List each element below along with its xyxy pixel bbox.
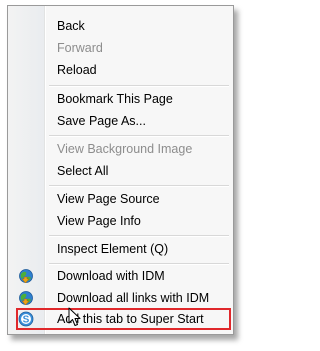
menu-item-label: Inspect Element (Q) (57, 242, 169, 256)
menu-separator (49, 85, 229, 87)
menu-item-back[interactable]: Back (8, 15, 233, 37)
menu-item-label: Save Page As... (57, 114, 146, 128)
menu-item-label: Reload (57, 63, 97, 77)
menu-item-label: View Page Info (57, 214, 141, 228)
menu-item-forward[interactable]: Forward (8, 37, 233, 59)
menu-item-label: View Background Image (57, 142, 193, 156)
menu-item-reload[interactable]: Reload (8, 59, 233, 81)
menu-item-add-to-super-start[interactable]: S Add this tab to Super Start (8, 308, 233, 330)
menu-item-label: Back (57, 19, 85, 33)
menu-item-label: Bookmark This Page (57, 92, 173, 106)
menu-item-view-page-info[interactable]: View Page Info (8, 210, 233, 232)
menu-item-inspect-element[interactable]: Inspect Element (Q) (8, 238, 233, 260)
menu-separator (49, 135, 229, 137)
menu-item-label: Download all links with IDM (57, 291, 210, 305)
menu-item-label: Download with IDM (57, 269, 165, 283)
menu-item-save-page-as[interactable]: Save Page As... (8, 110, 233, 132)
menu-item-download-with-idm[interactable]: Download with IDM (8, 265, 233, 287)
menu-item-label: View Page Source (57, 192, 160, 206)
idm-globe-icon (19, 269, 33, 284)
svg-text:S: S (23, 315, 30, 326)
menu-item-label: Add this tab to Super Start (57, 312, 204, 326)
menu-item-label: Forward (57, 41, 103, 55)
menu-item-label: Select All (57, 164, 109, 178)
menu-separator (49, 185, 229, 187)
context-menu: Back Forward Reload Bookmark This Page S… (7, 5, 234, 335)
menu-item-select-all[interactable]: Select All (8, 160, 233, 182)
menu-item-view-page-source[interactable]: View Page Source (8, 188, 233, 210)
menu-item-download-all-links-idm[interactable]: Download all links with IDM (8, 287, 233, 309)
menu-item-bookmark-page[interactable]: Bookmark This Page (8, 88, 233, 110)
menu-item-view-background-image[interactable]: View Background Image (8, 138, 233, 160)
idm-globe-icon (19, 291, 33, 306)
menu-separator (49, 235, 229, 237)
super-start-icon: S (18, 311, 34, 327)
